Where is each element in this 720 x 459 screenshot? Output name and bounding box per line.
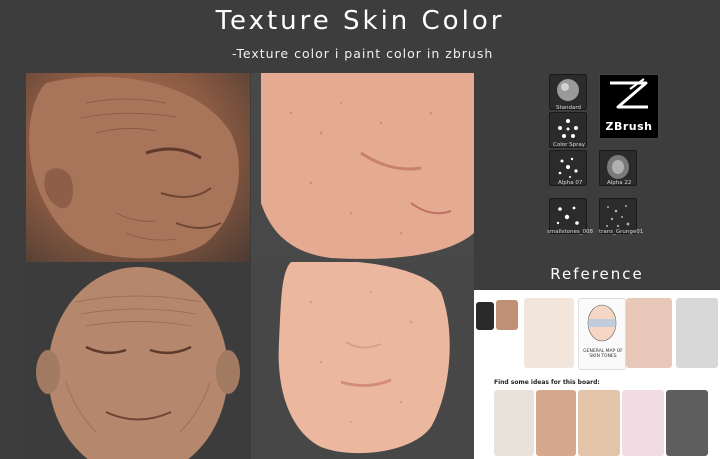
old-face-sculpt-side-image [26, 73, 250, 262]
thumb-sketches [494, 390, 534, 456]
page-subtitle: -Texture color i paint color in zbrush [232, 46, 494, 61]
skin-tone-map-label: GENERAL MAP OF SKIN TONES [583, 349, 623, 359]
brush-label-alpha-07: Alpha 07 [558, 180, 583, 186]
reference-title: Reference [550, 265, 644, 283]
old-face-sculpt-front-image [26, 262, 250, 459]
flat-skin-texture-side-image [251, 73, 474, 262]
brush-label-alpha-22: Alpha 22 [607, 180, 632, 186]
zbrush-logo-text: ZBrush [605, 120, 653, 133]
page-title: Texture Skin Color [215, 6, 505, 36]
thumb-skin-swatches [524, 298, 574, 368]
board-caption: Find some ideas for this board: [494, 379, 600, 386]
brush-label-grunge: trans_Grunge01 [599, 229, 644, 235]
thumb-portrait-1 [536, 390, 576, 456]
thumb-face-color-zones [626, 298, 672, 368]
thumb-face-diagram [676, 298, 718, 368]
thumb-skin-tone-map: GENERAL MAP OF SKIN TONES [578, 298, 626, 370]
brush-label-standard: Standard [556, 105, 582, 111]
thumb-face-dark [476, 302, 494, 330]
zbrush-logo: ZBrush [599, 74, 659, 139]
thumb-color-zones [622, 390, 664, 456]
brush-label-smallstones: smallstones_008 [547, 229, 594, 235]
flat-skin-texture-front-image [251, 262, 474, 459]
brush-label-color-spray: Color Spray [553, 142, 585, 148]
thumb-face-tan [496, 300, 518, 330]
thumb-portrait-2 [578, 390, 620, 456]
reference-board-image: GENERAL MAP OF SKIN TONES Find some idea… [474, 290, 720, 459]
thumb-face-grid [666, 390, 708, 456]
